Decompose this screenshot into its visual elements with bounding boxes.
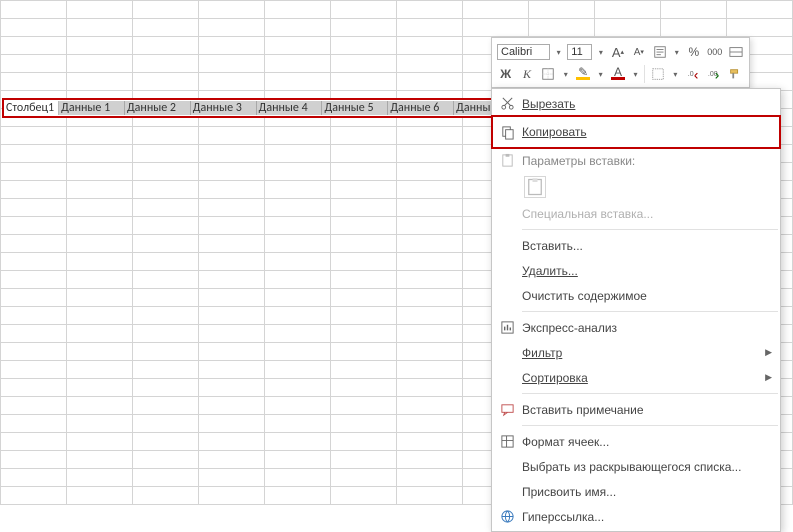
font-name-dropdown-icon[interactable]: ▾ [554,48,563,57]
grid-icon [651,67,665,81]
menu-define-name[interactable]: Присвоить имя... [492,479,780,504]
menu-format-cells[interactable]: Формат ячеек... [492,429,780,454]
increase-font-button[interactable]: A▴ [610,43,627,61]
increase-decimal-button[interactable]: .00 [705,65,722,83]
menu-filter[interactable]: Фильтр ▶ [492,340,780,365]
percent-format-button[interactable]: % [685,43,702,61]
accounting-icon [653,45,667,59]
menu-delete[interactable]: Удалить... [492,258,780,283]
paste-icon [525,177,545,197]
font-name-combo[interactable]: Calibri [497,44,550,60]
fill-color-button[interactable]: ✎ [575,65,592,83]
menu-separator [522,229,778,230]
menu-separator [522,425,778,426]
format-cells-icon [492,434,522,449]
format-painter-button[interactable] [727,65,744,83]
font-color-button[interactable]: A [609,65,626,83]
menu-insert-comment[interactable]: Вставить примечание [492,397,780,422]
chevron-down-icon[interactable]: ▾ [672,48,681,57]
separator [644,65,645,83]
svg-text:.0: .0 [688,71,694,78]
submenu-arrow-icon: ▶ [765,372,772,383]
clipboard-icon [492,153,522,168]
menu-hyperlink[interactable]: Гиперссылка... [492,504,780,529]
context-menu: Вырезать Копировать Параметры вставки: С… [491,88,781,532]
decimal-inc-icon: .00 [707,67,721,81]
mini-toolbar: Calibri ▾ 11 ▾ A▴ A▾ ▾ % 000 Ж К ▾ ✎ ▾ A… [491,37,750,88]
paste-option-button[interactable] [524,176,546,198]
cell[interactable]: Данные 4 [257,101,323,115]
accounting-format-button[interactable] [651,43,668,61]
menu-copy[interactable]: Копировать [492,116,780,148]
cell[interactable]: Данные 2 [125,101,191,115]
selected-row[interactable]: Столбец1 Данные 1 Данные 2 Данные 3 Данн… [2,98,522,118]
copy-icon [492,125,522,140]
chevron-down-icon[interactable]: ▾ [596,70,606,79]
comment-icon [492,402,522,417]
bold-button[interactable]: Ж [497,65,514,83]
comma-format-button[interactable]: 000 [706,43,723,61]
cell[interactable]: Данные 6 [388,101,454,115]
cell-header[interactable]: Столбец1 [4,101,59,115]
cell[interactable]: Данные 1 [59,101,125,115]
menu-sort[interactable]: Сортировка ▶ [492,365,780,390]
decimal-dec-icon: .0 [686,67,700,81]
borders-icon [541,67,555,81]
borders-alt-button[interactable] [649,65,666,83]
menu-paste-special: Специальная вставка... [492,201,780,226]
chevron-down-icon[interactable]: ▾ [561,70,571,79]
hyperlink-icon [492,509,522,524]
decrease-font-button[interactable]: A▾ [630,43,647,61]
menu-pick-from-dropdown[interactable]: Выбрать из раскрывающегося списка... [492,454,780,479]
decrease-decimal-button[interactable]: .0 [684,65,701,83]
italic-button[interactable]: К [518,65,535,83]
merge-center-button[interactable] [727,43,744,61]
menu-paste-options-header: Параметры вставки: [492,148,780,173]
cell[interactable]: Данные 3 [191,101,257,115]
paintbrush-icon [728,67,742,81]
font-size-combo[interactable]: 11 [567,44,592,60]
paste-options-row [492,173,780,201]
merge-icon [729,45,743,59]
scissors-icon [492,96,522,111]
borders-button[interactable] [540,65,557,83]
chevron-down-icon[interactable]: ▾ [631,70,641,79]
menu-separator [522,393,778,394]
menu-clear-contents[interactable]: Очистить содержимое [492,283,780,308]
menu-insert[interactable]: Вставить... [492,233,780,258]
quick-analysis-icon [492,320,522,335]
menu-quick-analysis[interactable]: Экспресс-анализ [492,315,780,340]
submenu-arrow-icon: ▶ [765,347,772,358]
font-size-dropdown-icon[interactable]: ▾ [596,48,605,57]
menu-separator [522,311,778,312]
menu-cut[interactable]: Вырезать [492,91,780,116]
chevron-down-icon[interactable]: ▾ [671,70,681,79]
cell[interactable]: Данные 5 [322,101,388,115]
